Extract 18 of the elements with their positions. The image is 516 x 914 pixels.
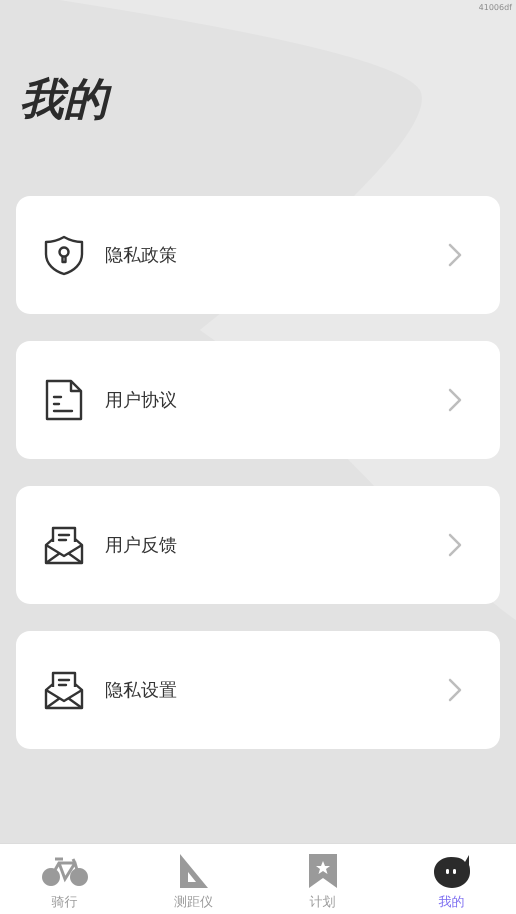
triangle-ruler-icon [178, 852, 210, 890]
menu-item[interactable]: 隐私政策 [16, 196, 500, 314]
document-icon [44, 378, 84, 422]
build-tag: 41006df [478, 4, 512, 14]
menu-item[interactable]: 用户协议 [16, 341, 500, 459]
round-face-icon [432, 852, 470, 888]
star-bookmark-icon [306, 852, 338, 890]
bicycle-icon [40, 854, 88, 886]
envelope-letter-icon [44, 670, 84, 710]
tab[interactable]: 我的 [387, 844, 516, 914]
chevron-right-icon [448, 388, 462, 412]
envelope-letter-icon [44, 525, 84, 565]
shield-lock-icon [43, 234, 85, 276]
menu-item[interactable]: 用户反馈 [16, 486, 500, 604]
chevron-right-icon [448, 243, 462, 267]
menu-item[interactable]: 隐私设置 [16, 631, 500, 749]
chevron-right-icon [448, 533, 462, 557]
chevron-right-icon [448, 678, 462, 702]
